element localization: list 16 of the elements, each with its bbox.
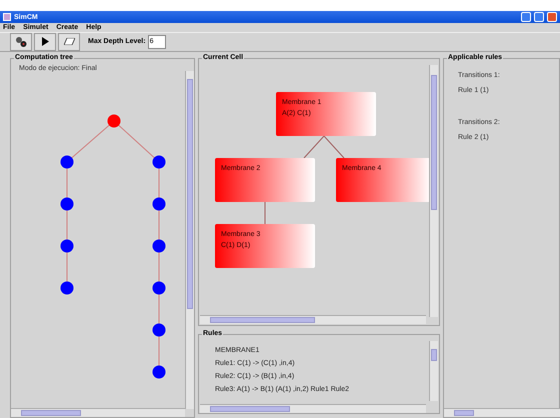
- horizontal-scrollbar[interactable]: [200, 404, 426, 413]
- minimize-button[interactable]: [521, 12, 531, 22]
- vertical-scrollbar[interactable]: [429, 65, 438, 317]
- vertical-scrollbar[interactable]: [429, 341, 438, 401]
- eraser-button[interactable]: [58, 32, 80, 51]
- gears-button[interactable]: [10, 32, 32, 51]
- vertical-scrollbar[interactable]: [185, 71, 194, 409]
- horizontal-scrollbar[interactable]: [200, 315, 426, 324]
- eraser-icon: [64, 38, 74, 46]
- close-button[interactable]: [547, 12, 557, 22]
- horizontal-scrollbar[interactable]: [444, 408, 560, 417]
- maximize-button[interactable]: [534, 12, 544, 22]
- horizontal-scrollbar[interactable]: [11, 408, 185, 417]
- play-button[interactable]: [34, 32, 56, 51]
- app-icon: [3, 13, 11, 22]
- play-icon: [42, 37, 48, 46]
